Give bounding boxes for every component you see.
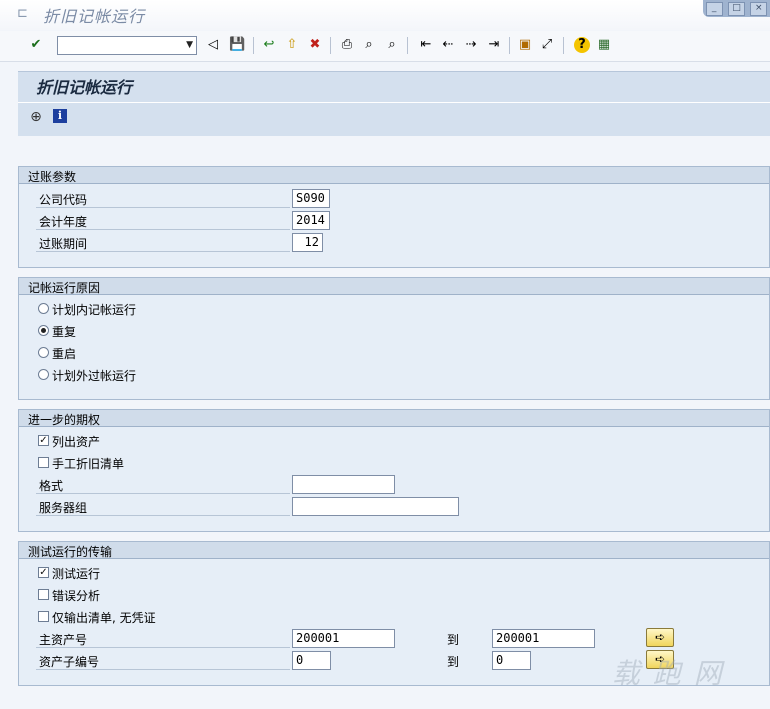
close-icon[interactable]: × bbox=[750, 1, 768, 16]
posting-period-field[interactable]: 12 bbox=[292, 233, 323, 252]
toolbar-separator bbox=[407, 37, 408, 54]
page-title: 折旧记帐运行 bbox=[36, 78, 133, 97]
label-underline bbox=[36, 493, 290, 494]
radio-unplanned-run-label: 计划外过帐运行 bbox=[52, 369, 137, 383]
radio-planned-run[interactable] bbox=[38, 303, 49, 314]
fiscal-year-field[interactable]: 2014 bbox=[292, 211, 330, 230]
group-header: 记帐运行原因 bbox=[19, 278, 769, 295]
execute-icon[interactable]: ⊕ bbox=[28, 109, 44, 125]
label-underline bbox=[36, 515, 290, 516]
list-assets-checkbox[interactable]: ✓ bbox=[38, 435, 49, 446]
radio-planned-run-label: 计划内记帐运行 bbox=[52, 303, 137, 317]
radio-unplanned-run[interactable] bbox=[38, 369, 49, 380]
label-underline bbox=[36, 229, 290, 230]
sub-number-from-field[interactable]: 0 bbox=[292, 651, 331, 670]
sub-number-to-field[interactable]: 0 bbox=[492, 651, 531, 670]
exit-icon[interactable]: ⇧ bbox=[284, 37, 300, 53]
output-list-only-checkbox[interactable] bbox=[38, 611, 49, 622]
shortcut-icon[interactable]: ⤢ bbox=[539, 37, 555, 53]
error-analysis-label: 错误分析 bbox=[52, 589, 101, 603]
test-run-checkbox[interactable]: ✓ bbox=[38, 567, 49, 578]
label-underline bbox=[36, 669, 290, 670]
error-analysis-checkbox[interactable] bbox=[38, 589, 49, 600]
main-asset-label: 主资产号 bbox=[39, 633, 88, 647]
radio-repeat-label: 重复 bbox=[52, 325, 77, 339]
header-divider bbox=[18, 102, 770, 103]
group-title: 记帐运行原因 bbox=[28, 281, 101, 295]
window-menu-icon[interactable]: ⊏ bbox=[17, 7, 31, 21]
cancel-icon[interactable]: ✖ bbox=[307, 37, 323, 53]
layout-icon[interactable]: ▦ bbox=[596, 37, 612, 53]
radio-repeat[interactable] bbox=[38, 325, 49, 336]
group-header: 测试运行的传输 bbox=[19, 542, 769, 559]
toolbar-separator bbox=[330, 37, 331, 54]
toolbar-separator bbox=[563, 37, 564, 54]
output-list-only-label: 仅输出清单, 无凭证 bbox=[52, 611, 156, 625]
find-icon[interactable]: ⌕ bbox=[361, 37, 377, 53]
previous-page-icon[interactable]: ⇠ bbox=[440, 37, 456, 53]
sub-number-to-label: 到 bbox=[447, 655, 460, 669]
fiscal-year-label: 会计年度 bbox=[39, 215, 88, 229]
minimize-icon[interactable]: _ bbox=[705, 1, 723, 16]
enter-icon[interactable]: ✔ bbox=[28, 37, 44, 53]
company-code-label: 公司代码 bbox=[39, 193, 88, 207]
group-header: 过账参数 bbox=[19, 167, 769, 184]
main-asset-from-field[interactable]: 200001 bbox=[292, 629, 395, 648]
multiple-selection-icon[interactable]: ➪ bbox=[646, 628, 674, 647]
find-next-icon[interactable]: ⌕ bbox=[384, 37, 400, 53]
toolbar-separator bbox=[253, 37, 254, 54]
chevron-down-icon[interactable]: ▼ bbox=[186, 40, 193, 50]
manual-depr-list-label: 手工折旧清单 bbox=[52, 457, 125, 471]
label-underline bbox=[36, 647, 290, 648]
main-asset-to-field[interactable]: 200001 bbox=[492, 629, 595, 648]
group-title: 过账参数 bbox=[28, 170, 77, 184]
label-underline bbox=[36, 251, 290, 252]
group-title: 进一步的期权 bbox=[28, 413, 101, 427]
radio-restart[interactable] bbox=[38, 347, 49, 358]
test-run-label: 测试运行 bbox=[52, 567, 101, 581]
group-header: 进一步的期权 bbox=[19, 410, 769, 427]
watermark: 载 跑 网 bbox=[612, 657, 724, 690]
save-icon[interactable]: 💾 bbox=[229, 37, 245, 53]
manual-depr-list-checkbox[interactable] bbox=[38, 457, 49, 468]
print-icon[interactable]: ⎙ bbox=[339, 37, 355, 53]
help-icon[interactable]: ? bbox=[574, 37, 590, 53]
new-session-icon[interactable]: ▣ bbox=[517, 37, 533, 53]
command-field[interactable]: ▼ bbox=[57, 36, 197, 55]
info-icon[interactable]: i bbox=[53, 109, 67, 123]
main-asset-to-label: 到 bbox=[447, 633, 460, 647]
server-group-label: 服务器组 bbox=[39, 501, 88, 515]
group-title: 测试运行的传输 bbox=[28, 545, 113, 559]
radio-restart-label: 重启 bbox=[52, 347, 77, 361]
layout-field[interactable] bbox=[292, 475, 395, 494]
toolbar-separator bbox=[509, 37, 510, 54]
last-page-icon[interactable]: ⇥ bbox=[486, 37, 502, 53]
sub-number-label: 资产子编号 bbox=[39, 655, 100, 669]
first-page-icon[interactable]: ⇤ bbox=[418, 37, 434, 53]
list-assets-label: 列出资产 bbox=[52, 435, 101, 449]
layout-label: 格式 bbox=[39, 479, 64, 493]
window-title: 折旧记帐运行 bbox=[43, 7, 146, 26]
company-code-field[interactable]: S090 bbox=[292, 189, 330, 208]
back-icon[interactable]: ↩ bbox=[261, 37, 277, 53]
back-arrow-icon[interactable]: ◁ bbox=[205, 37, 221, 53]
next-page-icon[interactable]: ⇢ bbox=[463, 37, 479, 53]
window-controls: _ □ × bbox=[703, 0, 770, 17]
maximize-icon[interactable]: □ bbox=[727, 1, 745, 16]
posting-period-label: 过账期间 bbox=[39, 237, 88, 251]
server-group-field[interactable] bbox=[292, 497, 459, 516]
posting-params-group: 过账参数 bbox=[18, 166, 770, 268]
label-underline bbox=[36, 207, 290, 208]
